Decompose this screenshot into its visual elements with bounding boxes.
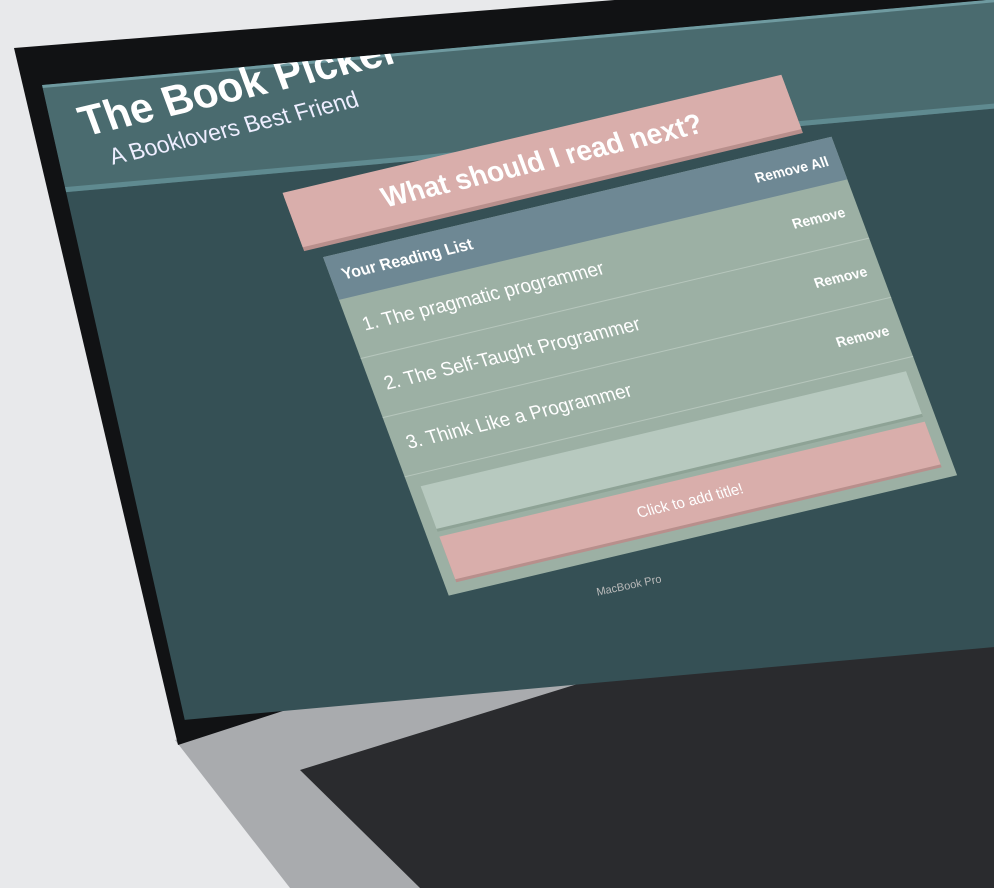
app-screen: The Book Picker A Booklovers Best Friend… bbox=[42, 0, 994, 720]
remove-button[interactable]: Remove bbox=[790, 204, 848, 232]
remove-all-button[interactable]: Remove All bbox=[752, 153, 830, 186]
remove-button[interactable]: Remove bbox=[833, 322, 891, 350]
remove-button[interactable]: Remove bbox=[812, 263, 870, 291]
